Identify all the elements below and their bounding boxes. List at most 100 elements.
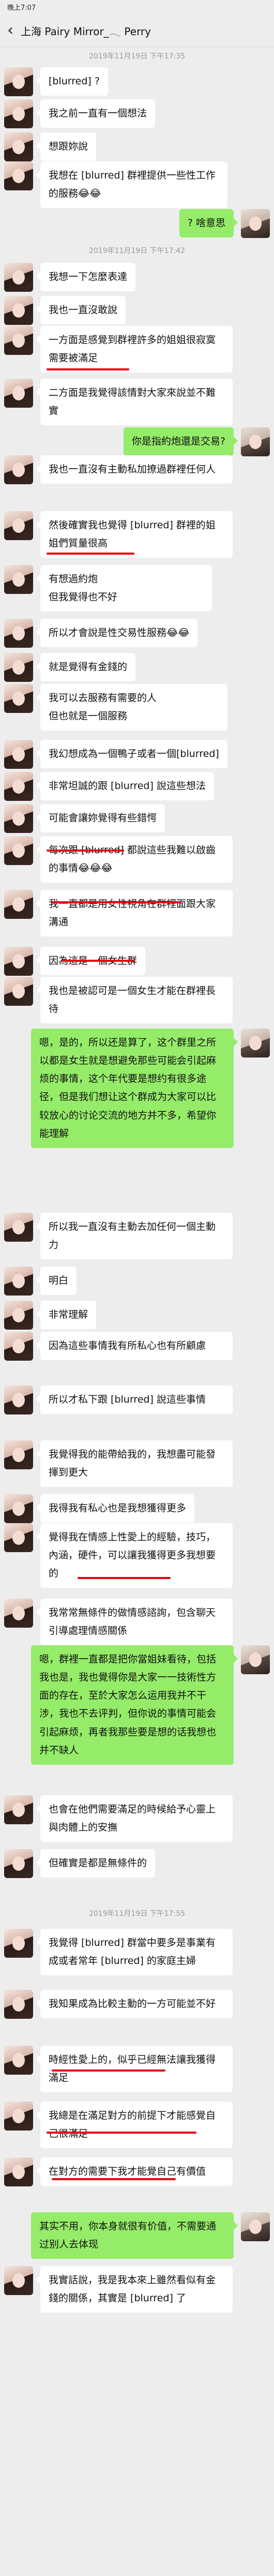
contact-avatar[interactable] <box>4 2157 33 2186</box>
contact-avatar[interactable] <box>4 326 33 355</box>
incoming-message[interactable]: 然後確實我也覺得 [blurred] 群裡的姐姐們質量很高 <box>36 511 233 558</box>
contact-avatar[interactable] <box>4 772 33 801</box>
contact-avatar[interactable] <box>4 565 33 594</box>
contact-avatar[interactable] <box>4 2102 33 2131</box>
contact-avatar[interactable] <box>4 947 33 976</box>
red-underline-annotation <box>52 901 181 903</box>
contact-avatar[interactable] <box>4 99 33 128</box>
contact-avatar[interactable] <box>4 379 33 408</box>
incoming-message[interactable]: 我也是被認可是一個女生才能在群裡長待 <box>36 977 233 1024</box>
red-underline-annotation <box>78 1577 171 1579</box>
red-underline-annotation <box>52 2178 176 2180</box>
incoming-message[interactable]: 我想一下怎麼表達 <box>36 263 136 292</box>
contact-avatar[interactable] <box>4 1599 33 1628</box>
timestamp: 2019年11月19日 下午17:55 <box>88 1910 186 1918</box>
incoming-message[interactable]: 我也一直沒有主動私加撩過群裡任何人 <box>36 455 233 484</box>
contact-avatar[interactable] <box>4 1929 33 1958</box>
incoming-message[interactable]: 我覺得 [blurred] 群當中要多是事業有成或者常年 [blurred] 的… <box>36 1929 233 1976</box>
contact-avatar[interactable] <box>4 1523 33 1552</box>
contact-avatar[interactable] <box>4 1795 33 1824</box>
contact-avatar[interactable] <box>4 2266 33 2295</box>
my-avatar[interactable] <box>241 209 270 238</box>
contact-avatar[interactable] <box>4 1386 33 1414</box>
chat-header: ‹ 上海 Pairy Mirror_𓂃 Perry <box>0 13 274 47</box>
red-underline-annotation <box>47 850 124 852</box>
incoming-message[interactable]: 我知果成為比較主動的一方可能並不好 <box>36 1990 233 2019</box>
red-underline-annotation <box>47 553 134 555</box>
timestamp: 2019年11月19日 下午17:35 <box>88 52 186 61</box>
contact-avatar[interactable] <box>4 1213 33 1242</box>
incoming-message[interactable]: 我一直都是用女性視角在群裡面跟大家溝通 <box>36 890 233 937</box>
incoming-message[interactable]: 因為這些事情我有所私心也有所顧慮 <box>36 1332 233 1361</box>
incoming-message[interactable]: 所以才會說是性交易性服務😂😂 <box>36 619 198 648</box>
contact-avatar[interactable] <box>4 1267 33 1296</box>
contact-avatar[interactable] <box>4 1440 33 1469</box>
outgoing-message[interactable]: 你是指約炮還是交易? <box>123 427 238 456</box>
contact-avatar[interactable] <box>4 619 33 648</box>
chat-title: 上海 Pairy Mirror_𓂃 Perry <box>21 25 151 38</box>
status-bar: 晚上7:07 <box>0 0 274 13</box>
contact-avatar[interactable] <box>4 161 33 190</box>
contact-avatar[interactable] <box>4 684 33 713</box>
incoming-message[interactable]: 每次跟 [blurred] 都說這些我難以啟齒的事情😂😂😂 <box>36 836 233 883</box>
incoming-message[interactable]: 也會在他們需要滿足的時候給予心靈上與肉體上的安撫 <box>36 1795 233 1842</box>
contact-avatar[interactable] <box>4 804 33 833</box>
outgoing-message[interactable]: ? 啥意思 <box>179 209 238 238</box>
incoming-message[interactable]: 我可以去服務有需要的人 但也就是一個服務 <box>36 684 227 731</box>
contact-avatar[interactable] <box>4 132 33 161</box>
contact-avatar[interactable] <box>4 836 33 865</box>
red-underline-annotation <box>52 2069 165 2072</box>
outgoing-message[interactable]: 其实不用，你本身就很有价值，不需要通过别人去体现 <box>31 2212 238 2259</box>
incoming-message[interactable]: 就是覺得有金錢的 <box>36 653 136 682</box>
incoming-message[interactable]: 我總是在滿足對方的前提下才能感覺自己很滿足 <box>36 2102 233 2149</box>
incoming-message[interactable]: 非常理解 <box>36 1301 97 1330</box>
contact-avatar[interactable] <box>4 511 33 540</box>
incoming-message[interactable]: 我覺得我的能帶給我的，我想盡可能發揮到更大 <box>36 1440 233 1487</box>
incoming-message[interactable]: 我實話說，我是我本來上雖然看似有金錢的關係，其實是 [blurred] 了 <box>36 2266 233 2313</box>
incoming-message[interactable]: 我也一直沒敢說 <box>36 296 126 325</box>
incoming-message[interactable]: 我得我有私心也是我想獲得更多 <box>36 1494 195 1523</box>
incoming-message[interactable]: 所以我一直沒有主動去加任何一個主動力 <box>36 1213 233 1260</box>
red-underline-annotation <box>47 2132 196 2134</box>
contact-avatar[interactable] <box>4 2046 33 2075</box>
incoming-message[interactable]: 所以才私下跟 [blurred] 說這些事情 <box>36 1386 233 1414</box>
contact-avatar[interactable] <box>4 653 33 682</box>
contact-avatar[interactable] <box>4 740 33 769</box>
status-time: 晚上7:07 <box>7 4 36 12</box>
contact-avatar[interactable] <box>4 1332 33 1361</box>
contact-avatar[interactable] <box>4 1990 33 2019</box>
incoming-message[interactable]: 有想過約炮 但我覺得也不好 <box>36 565 212 612</box>
timestamp: 2019年11月19日 下午17:42 <box>88 247 186 255</box>
red-underline-annotation <box>47 368 129 370</box>
my-avatar[interactable] <box>241 1645 270 1674</box>
contact-avatar[interactable] <box>4 890 33 919</box>
incoming-message[interactable]: 可能會讓妳覺得有些錯愕 <box>36 804 165 833</box>
incoming-message[interactable]: 明白 <box>36 1267 77 1296</box>
incoming-message[interactable]: 我之前一直有一個想法 <box>36 99 156 128</box>
contact-avatar[interactable] <box>4 455 33 484</box>
my-avatar[interactable] <box>241 2212 270 2241</box>
incoming-message[interactable]: 我幻想成為一個鴨子或者一個[blurred] <box>36 740 227 769</box>
contact-avatar[interactable] <box>4 263 33 292</box>
my-avatar[interactable] <box>241 427 270 456</box>
incoming-message[interactable]: 但確實是都是無條件的 <box>36 1849 156 1878</box>
incoming-message[interactable]: 想跟妳說 <box>36 132 97 161</box>
outgoing-message[interactable]: 嗯，群裡一直都是把你當姐妹看待，包括我也是，我也覺得你是大家一一技術性方面的存在… <box>31 1645 238 1765</box>
contact-avatar[interactable] <box>4 67 33 96</box>
contact-avatar[interactable] <box>4 296 33 325</box>
incoming-message[interactable]: 非常坦誠的跟 [blurred] 說這些想法 <box>36 772 214 801</box>
contact-avatar[interactable] <box>4 1494 33 1523</box>
contact-avatar[interactable] <box>4 977 33 1006</box>
incoming-message[interactable]: 在對方的需要下我才能覺自己有價值 <box>36 2157 233 2186</box>
back-arrow-icon[interactable]: ‹ <box>0 21 21 39</box>
incoming-message[interactable]: [blurred] ? <box>36 67 108 96</box>
contact-avatar[interactable] <box>4 1301 33 1330</box>
red-underline-annotation <box>62 960 134 962</box>
incoming-message[interactable]: 我想在 [blurred] 群裡提供一些性工作的服務😂😂 <box>36 161 227 209</box>
incoming-message[interactable]: 二方面是我覺得該情對大家來說並不難實 <box>36 379 233 426</box>
incoming-message[interactable]: 一方面是感覺到群裡許多的姐姐很寂寞需要被滿足 <box>36 326 233 373</box>
incoming-message[interactable]: 我常常無條件的做情感諮詢，包含聊天引導處理情感關係 <box>36 1599 233 1646</box>
contact-avatar[interactable] <box>4 1849 33 1878</box>
my-avatar[interactable] <box>241 1029 270 1058</box>
outgoing-message[interactable]: 嗯，是的，所以还是算了，这个群里之所以都是女生就是想避免那些可能会引起麻烦的事情… <box>31 1029 238 1148</box>
